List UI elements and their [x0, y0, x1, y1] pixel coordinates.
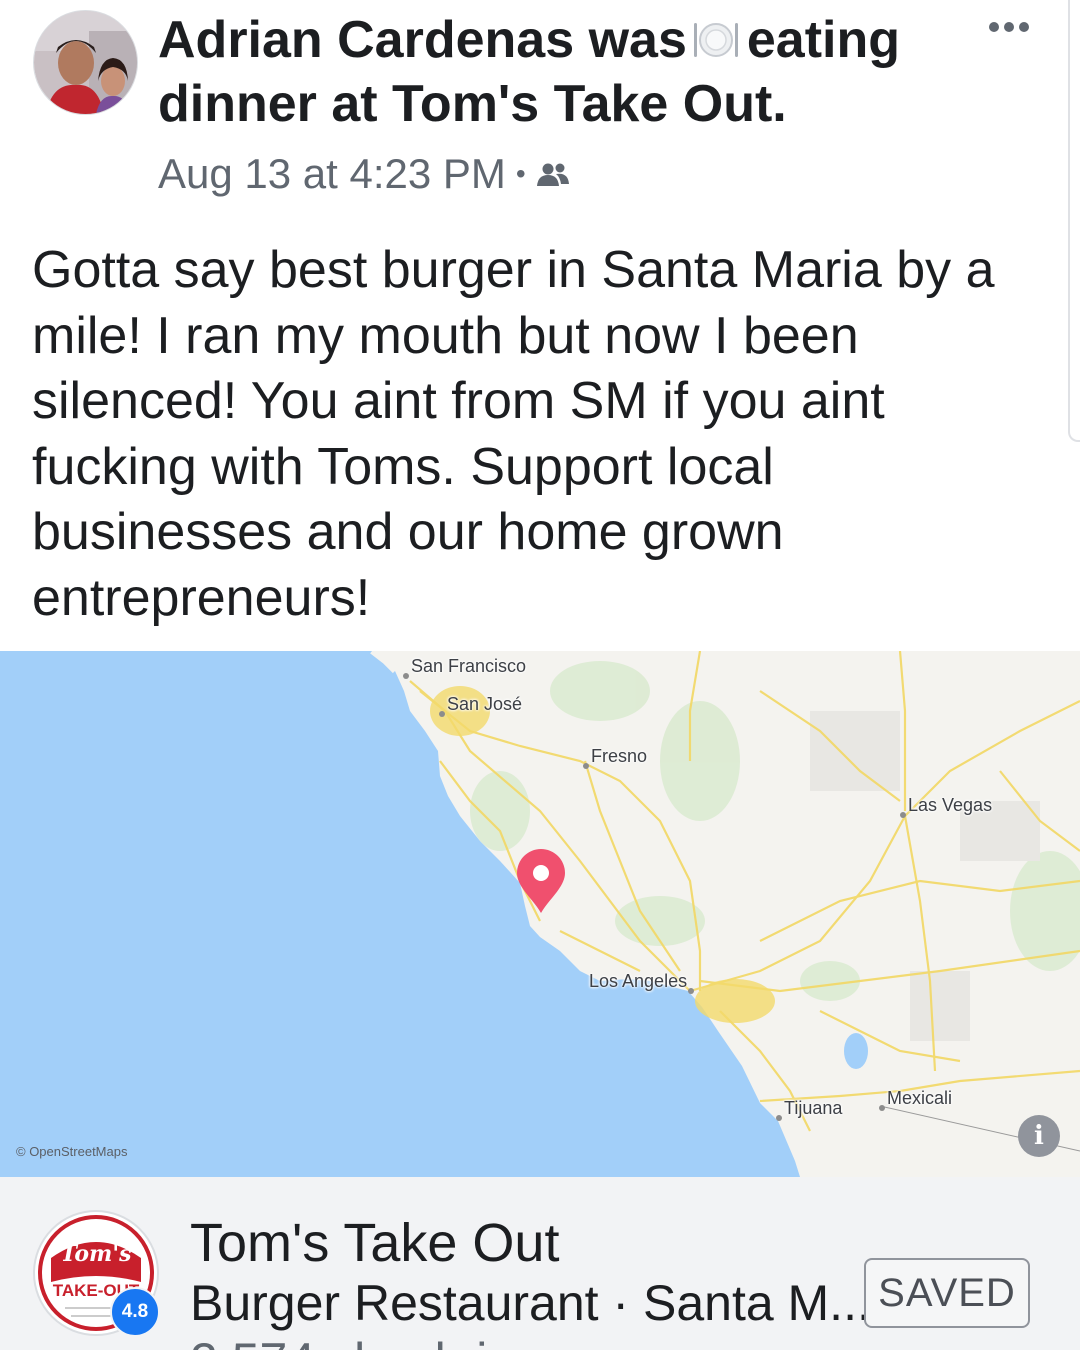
saved-button[interactable]: SAVED [864, 1258, 1030, 1328]
author-avatar[interactable] [33, 10, 138, 115]
avatar-photo [34, 11, 137, 114]
meta-separator: • [515, 158, 526, 189]
map-info-button[interactable]: i [1018, 1115, 1060, 1157]
post-timestamp[interactable]: Aug 13 at 4:23 PM [158, 150, 506, 198]
city-label-san-francisco: San Francisco [411, 656, 527, 676]
friends-icon[interactable] [536, 150, 570, 198]
city-dot-tijuana [776, 1115, 782, 1121]
author-name-link[interactable]: Adrian Cardenas [158, 11, 574, 69]
place-checkins: 2,574 check-ins [190, 1331, 540, 1350]
city-label-tijuana: Tijuana [784, 1098, 843, 1118]
ellipsis-dot [1004, 22, 1014, 32]
info-icon: i [1034, 1121, 1044, 1151]
location-pin-icon[interactable] [515, 847, 567, 915]
city-dot-san-francisco [403, 673, 409, 679]
city-label-mexicali: Mexicali [887, 1088, 953, 1108]
city-dot-san-jose [439, 711, 445, 717]
location-map[interactable]: San Francisco San José Fresno Las Vegas … [0, 651, 1080, 1177]
map-credit[interactable]: © OpenStreetMaps [16, 1144, 127, 1159]
place-name[interactable]: Tom's Take Out [190, 1210, 559, 1276]
city-label-fresno: Fresno [591, 746, 648, 766]
post-body-text: Gotta say best burger in Santa Maria by … [32, 241, 995, 627]
ellipsis-icon [989, 22, 999, 32]
city-label-las-vegas: Las Vegas [908, 795, 993, 815]
post-meta: Aug 13 at 4:23 PM • [158, 148, 570, 200]
city-label-san-jose: San José [447, 694, 523, 714]
city-dot-los-angeles [688, 988, 694, 994]
plate-cutlery-icon [691, 12, 741, 57]
scrollbar[interactable] [1068, 0, 1080, 442]
more-options-button[interactable] [982, 12, 1036, 42]
place-category: Burger Restaurant · Santa M... [190, 1275, 871, 1331]
place-card[interactable]: Tom's TAKE-OUT 4.8 Tom's Take Out Burger… [0, 1177, 1080, 1350]
ellipsis-dot [1019, 22, 1029, 32]
city-dot-fresno [583, 763, 589, 769]
rating-badge: 4.8 [110, 1287, 160, 1337]
city-label-los-angeles: Los Angeles [589, 971, 688, 991]
city-dot-las-vegas [900, 812, 906, 818]
header-prefix: was [588, 11, 687, 69]
logo-script-text: Tom's [61, 1241, 132, 1267]
city-dot-mexicali [879, 1105, 885, 1111]
post-header: Adrian Cardenas was eating dinner at Tom'… [158, 8, 958, 136]
